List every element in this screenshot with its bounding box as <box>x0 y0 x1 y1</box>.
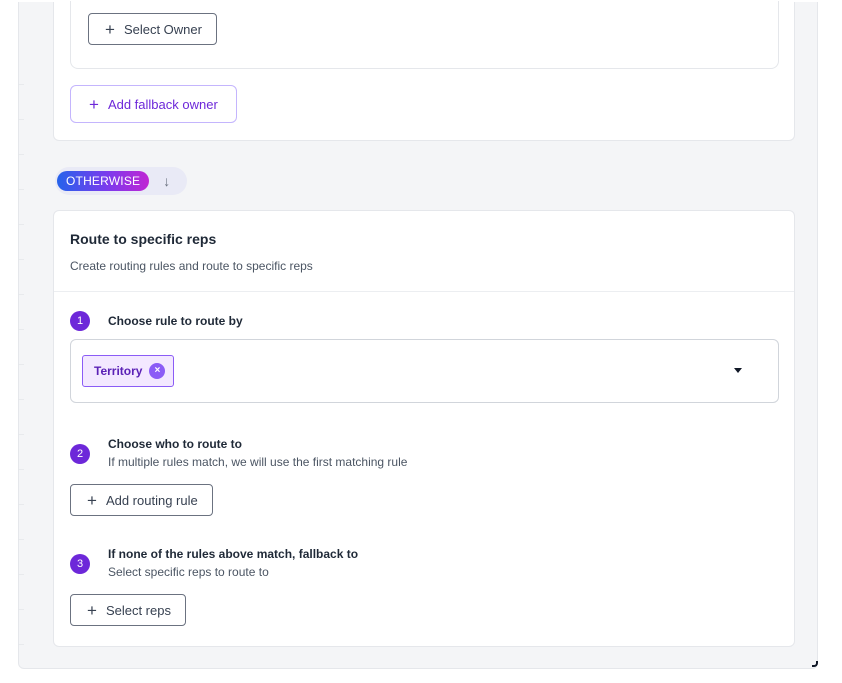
divider <box>54 291 794 292</box>
add-routing-rule-label: Add routing rule <box>105 492 198 508</box>
remove-chip-icon[interactable]: × <box>149 363 166 379</box>
owner-box: + Select Owner <box>70 1 779 69</box>
add-fallback-owner-label: Add fallback owner <box>107 96 218 112</box>
route-card-subtitle: Create routing rules and route to specif… <box>70 259 313 273</box>
step-1-title: Choose rule to route by <box>108 314 243 328</box>
arrow-down-icon: ↓ <box>163 173 171 189</box>
plus-icon: + <box>87 600 97 620</box>
step-2-badge: 2 <box>70 444 90 464</box>
select-owner-label: Select Owner <box>123 21 202 37</box>
select-reps-button[interactable]: + Select reps <box>70 594 186 626</box>
step-3-description: Select specific reps to route to <box>108 565 269 579</box>
owner-card: + Select Owner + Add fallback owner <box>53 1 795 141</box>
step-2-description: If multiple rules match, we will use the… <box>108 455 408 469</box>
step-3-badge: 3 <box>70 554 90 574</box>
route-to-reps-card: Route to specific reps Create routing ru… <box>53 210 795 647</box>
select-owner-button[interactable]: + Select Owner <box>88 13 217 45</box>
otherwise-badge: OTHERWISE <box>57 171 150 191</box>
route-card-title: Route to specific reps <box>70 231 217 247</box>
rule-select-dropdown[interactable]: Territory × <box>70 339 779 403</box>
chip-label: Territory <box>94 364 143 378</box>
select-reps-label: Select reps <box>105 602 171 618</box>
caret-down-icon[interactable] <box>734 368 742 373</box>
otherwise-connector: OTHERWISE ↓ <box>55 167 187 195</box>
step-2-title: Choose who to route to <box>108 437 242 451</box>
step-1-badge: 1 <box>70 311 90 331</box>
step-3-title: If none of the rules above match, fallba… <box>108 547 359 561</box>
add-fallback-owner-button[interactable]: + Add fallback owner <box>70 85 237 123</box>
plus-icon: + <box>87 490 97 510</box>
add-routing-rule-button[interactable]: + Add routing rule <box>70 484 213 516</box>
left-gutter <box>18 50 24 660</box>
plus-icon: + <box>89 94 99 114</box>
territory-chip: Territory × <box>82 355 175 387</box>
plus-icon: + <box>105 19 115 39</box>
